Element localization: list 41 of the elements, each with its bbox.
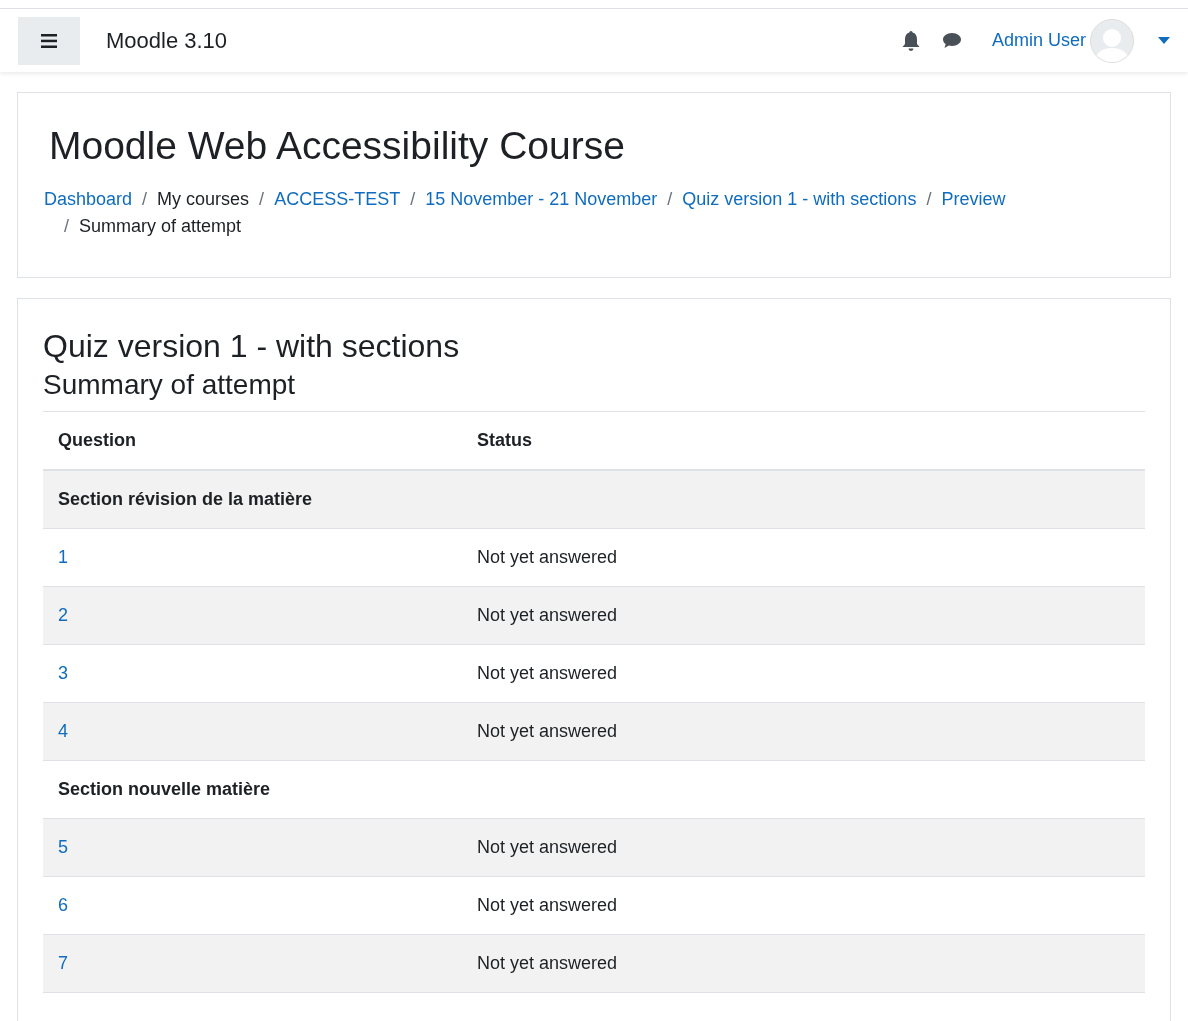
- course-title: Moodle Web Accessibility Course: [49, 123, 626, 169]
- question-link[interactable]: 5: [58, 837, 68, 857]
- status-cell-text: Not yet answered: [477, 836, 618, 859]
- quiz-title: Quiz version 1 - with sections: [43, 327, 461, 366]
- section-heading: Section nouvelle matière: [57, 778, 271, 801]
- question-link[interactable]: 3: [58, 663, 68, 683]
- column-header: Question: [57, 429, 137, 452]
- status-cell-text: Not yet answered: [477, 894, 618, 917]
- status-cell-text: Not yet answered: [477, 604, 618, 627]
- notification-bell-icon[interactable]: [901, 30, 920, 51]
- status-cell-text: Not yet answered: [477, 952, 618, 975]
- section-heading: Section révision de la matière: [57, 488, 313, 511]
- breadcrumb-separator: /: [259, 187, 265, 211]
- status-cell-text: Not yet answered: [477, 662, 618, 685]
- page-subtitle: Summary of attempt: [43, 368, 297, 402]
- menu-button[interactable]: [18, 16, 80, 65]
- question-link[interactable]: 7: [58, 953, 68, 973]
- status-cell-text: Not yet answered: [477, 720, 618, 743]
- caret-icon[interactable]: [1158, 37, 1170, 44]
- menu-icon: [41, 33, 57, 48]
- breadcrumb-link[interactable]: ACCESS-TEST: [274, 185, 401, 213]
- breadcrumb-separator: /: [64, 214, 69, 238]
- user-name-link[interactable]: Admin User: [991, 27, 1086, 54]
- question-link[interactable]: 6: [58, 895, 68, 915]
- status-cell-text: Not yet answered: [477, 546, 618, 569]
- question-link[interactable]: 1: [58, 547, 68, 567]
- breadcrumb-link[interactable]: Preview: [941, 185, 1006, 213]
- breadcrumb-separator: /: [142, 187, 148, 211]
- breadcrumb-text: My courses: [157, 187, 250, 211]
- breadcrumb-link[interactable]: 15 November - 21 November: [425, 185, 658, 213]
- question-link[interactable]: 2: [58, 605, 68, 625]
- breadcrumb-link[interactable]: Quiz version 1 - with sections: [682, 185, 917, 213]
- breadcrumb-text: Summary of attempt: [79, 214, 242, 238]
- breadcrumb-separator: /: [926, 187, 932, 211]
- column-header: Status: [477, 429, 532, 452]
- breadcrumb-separator: /: [410, 187, 416, 211]
- question-link[interactable]: 4: [58, 721, 68, 741]
- site-name[interactable]: Moodle 3.10: [106, 24, 228, 57]
- breadcrumb-link[interactable]: Dashboard: [44, 185, 133, 213]
- breadcrumb-separator: /: [667, 187, 673, 211]
- chat-bubble-icon[interactable]: [941, 32, 962, 49]
